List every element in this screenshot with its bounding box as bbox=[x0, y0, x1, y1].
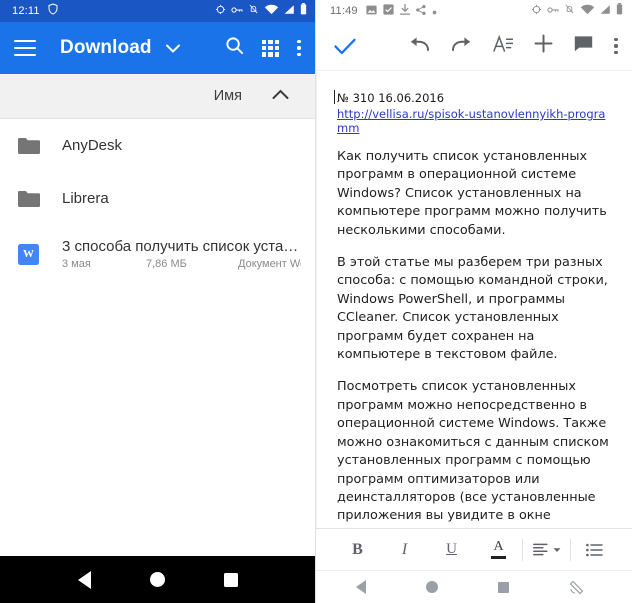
document-header-line: № 310 16.06.2016 bbox=[334, 90, 614, 105]
font-color-swatch bbox=[491, 556, 506, 559]
sort-bar: Имя bbox=[0, 74, 315, 119]
status-notification-icons bbox=[366, 2, 437, 20]
dot-icon bbox=[432, 2, 437, 20]
list-item-text: Librera bbox=[62, 190, 301, 207]
align-button[interactable] bbox=[523, 529, 570, 570]
comment-icon[interactable] bbox=[574, 35, 593, 57]
caret-down-icon bbox=[553, 547, 560, 552]
bold-button[interactable]: B bbox=[334, 529, 381, 570]
text-cursor bbox=[334, 90, 335, 104]
more-vert-icon[interactable] bbox=[614, 37, 618, 55]
grid-view-icon[interactable] bbox=[262, 39, 279, 57]
app-bar-actions bbox=[225, 36, 305, 60]
document-paragraph: Как получить список установленных програ… bbox=[337, 149, 607, 238]
checkbox-icon bbox=[383, 2, 394, 20]
underline-button[interactable]: U bbox=[428, 529, 475, 570]
sort-label[interactable]: Имя bbox=[214, 88, 242, 104]
status-system-icons bbox=[215, 2, 307, 20]
more-vert-icon[interactable] bbox=[297, 39, 301, 57]
wifi-icon bbox=[580, 2, 595, 20]
status-system-icons bbox=[531, 2, 623, 20]
android-navigation-bar bbox=[316, 570, 632, 603]
battery-icon bbox=[300, 2, 307, 20]
file-date: 3 мая bbox=[62, 258, 91, 270]
status-notification-icons bbox=[47, 2, 59, 20]
bulleted-list-icon bbox=[586, 543, 603, 556]
list-item[interactable]: Librera bbox=[0, 172, 315, 225]
document-body[interactable]: № 310 16.06.2016 http://vellisa.ru/spiso… bbox=[316, 71, 632, 528]
italic-button[interactable]: I bbox=[381, 529, 428, 570]
folder-icon bbox=[18, 137, 62, 154]
list-item[interactable]: AnyDesk bbox=[0, 119, 315, 172]
file-name: AnyDesk bbox=[62, 137, 123, 154]
file-list[interactable]: AnyDesk Librera W 3 способа получить спи… bbox=[0, 119, 315, 556]
dual-screenshot-container: 12:11 Download Имя AnyDesk Librera W 3 с… bbox=[0, 0, 632, 603]
list-item[interactable]: W 3 способа получить список устано… 3 ма… bbox=[0, 225, 315, 283]
chevron-up-icon[interactable] bbox=[272, 87, 289, 105]
notifications-off-icon bbox=[564, 2, 575, 20]
folder-icon bbox=[18, 190, 62, 207]
notifications-off-icon bbox=[248, 2, 259, 20]
font-color-button[interactable]: A bbox=[475, 529, 522, 570]
undo-icon[interactable] bbox=[409, 36, 430, 57]
file-meta: 3 мая 7,86 МБ Документ Wo bbox=[62, 258, 301, 270]
document-header-text: № 310 16.06.2016 bbox=[337, 91, 445, 105]
check-icon[interactable] bbox=[334, 38, 356, 55]
download-icon bbox=[399, 2, 410, 20]
android-navigation-bar bbox=[0, 556, 315, 603]
home-circle-icon[interactable] bbox=[426, 581, 438, 593]
app-bar: Download bbox=[0, 22, 315, 74]
editor-actions bbox=[409, 34, 620, 58]
font-color-label: A bbox=[493, 539, 504, 554]
file-size: 7,86 МБ bbox=[146, 258, 187, 270]
document-paragraph: Посмотреть список установленных программ… bbox=[337, 379, 609, 528]
signal-icon bbox=[600, 2, 611, 20]
chevron-down-icon[interactable] bbox=[165, 44, 180, 53]
file-name: 3 способа получить список устано… bbox=[62, 238, 301, 255]
signal-icon bbox=[284, 2, 295, 20]
share-icon bbox=[415, 2, 426, 20]
battery-icon bbox=[616, 2, 623, 20]
list-item-text: AnyDesk bbox=[62, 137, 301, 154]
status-clock: 12:11 bbox=[12, 5, 40, 17]
status-bar: 11:49 bbox=[316, 0, 632, 22]
file-manager-panel: 12:11 Download Имя AnyDesk Librera W 3 с… bbox=[0, 0, 316, 603]
back-triangle-icon[interactable] bbox=[356, 580, 366, 594]
recents-square-icon[interactable] bbox=[498, 581, 509, 593]
editor-toolbar bbox=[316, 22, 632, 71]
image-icon bbox=[366, 2, 377, 20]
list-item-text: 3 способа получить список устано… 3 мая … bbox=[62, 238, 301, 270]
document-paragraph: В этой статье мы разберем три разных спо… bbox=[337, 255, 608, 363]
redo-icon[interactable] bbox=[451, 36, 472, 57]
status-clock: 11:49 bbox=[330, 5, 358, 17]
page-title: Download bbox=[60, 37, 152, 58]
wifi-icon bbox=[264, 2, 279, 20]
format-text-icon[interactable] bbox=[493, 34, 514, 58]
document-source-link[interactable]: http://vellisa.ru/spisok-ustanovlennyikh… bbox=[337, 107, 614, 135]
vpn-key-icon bbox=[231, 2, 243, 20]
status-bar: 12:11 bbox=[0, 0, 315, 22]
vpn-key-icon bbox=[547, 2, 559, 20]
search-icon[interactable] bbox=[225, 36, 244, 60]
align-left-icon bbox=[532, 543, 548, 555]
word-editor-panel: 11:49 № 310 16.06.2016 http://vellisa.ru… bbox=[316, 0, 632, 603]
back-triangle-icon[interactable] bbox=[77, 570, 91, 589]
text-format-toolbar: B I U A bbox=[316, 528, 632, 570]
file-type: Документ Wo bbox=[238, 258, 301, 270]
plus-icon[interactable] bbox=[534, 34, 553, 58]
hamburger-menu-icon[interactable] bbox=[14, 40, 36, 56]
location-icon bbox=[215, 2, 226, 20]
bulleted-list-button[interactable] bbox=[571, 529, 618, 570]
home-circle-icon[interactable] bbox=[149, 572, 165, 587]
file-name: Librera bbox=[62, 190, 109, 207]
recents-square-icon[interactable] bbox=[223, 572, 238, 587]
shield-icon bbox=[47, 2, 59, 20]
location-icon bbox=[531, 2, 542, 20]
word-icon-letter: W bbox=[18, 243, 39, 265]
rotate-screen-icon[interactable] bbox=[569, 580, 584, 595]
word-document-icon: W bbox=[18, 243, 62, 265]
